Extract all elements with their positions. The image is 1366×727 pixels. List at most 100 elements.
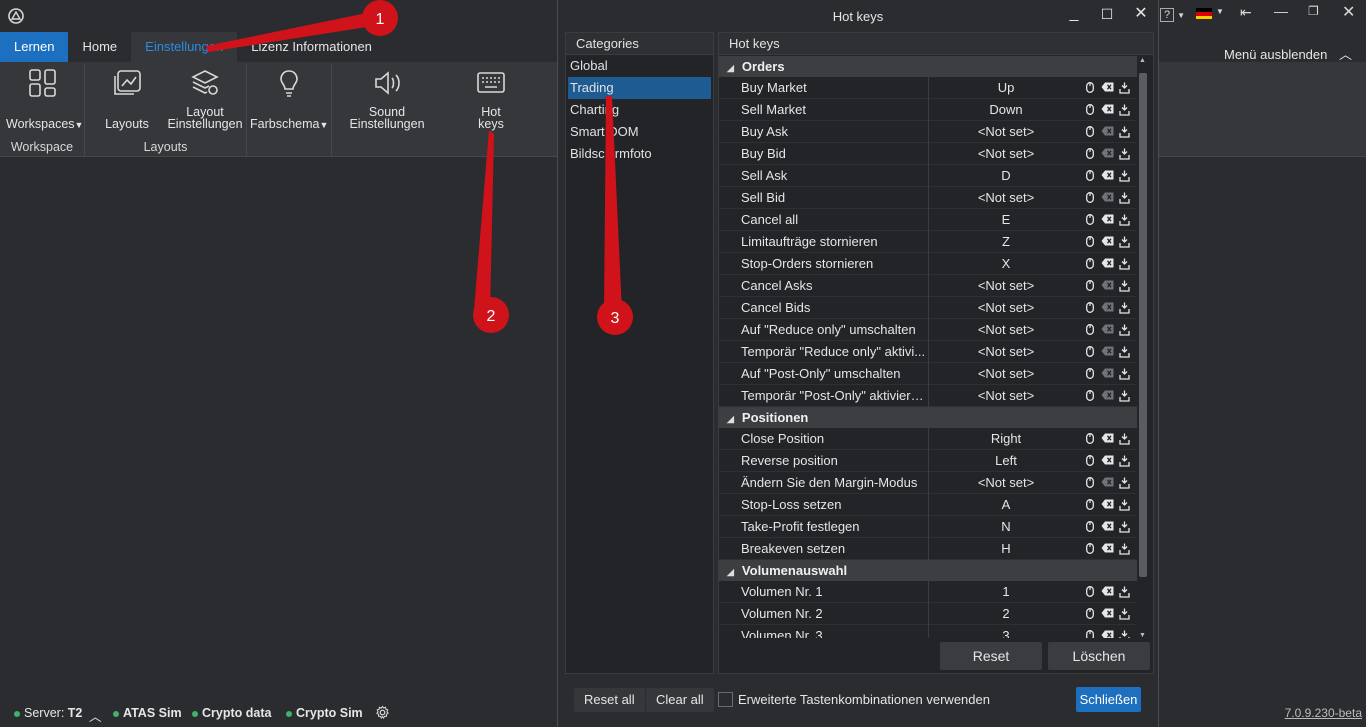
category-item[interactable]: Smart DOM: [566, 121, 713, 143]
clear-key-icon[interactable]: [1101, 368, 1114, 378]
status-crypto-data[interactable]: Crypto data: [192, 706, 271, 720]
mouse-icon[interactable]: [1086, 236, 1094, 247]
hotkey-value[interactable]: H: [928, 538, 1083, 560]
reset-key-icon[interactable]: [1119, 390, 1130, 402]
clear-key-icon[interactable]: [1101, 82, 1114, 92]
clear-key-icon[interactable]: [1101, 104, 1114, 114]
hotkey-row[interactable]: Ändern Sie den Margin-Modus <Not set>: [719, 472, 1137, 494]
tab-einstellungen[interactable]: Einstellungen: [131, 32, 238, 62]
category-item[interactable]: Charting: [566, 99, 713, 121]
hotkey-row[interactable]: Close Position Right: [719, 428, 1137, 450]
hotkey-row[interactable]: Auf "Reduce only" umschalten <Not set>: [719, 319, 1137, 341]
clear-key-icon[interactable]: [1101, 170, 1114, 180]
help-icon[interactable]: ? ▼: [1160, 6, 1185, 22]
hotkey-row[interactable]: Auf "Post-Only" umschalten <Not set>: [719, 363, 1137, 385]
clear-key-icon[interactable]: [1101, 236, 1114, 246]
reset-key-icon[interactable]: [1119, 258, 1130, 270]
group-header[interactable]: ◢ Volumenauswahl: [719, 560, 1137, 581]
clear-key-icon[interactable]: [1101, 477, 1114, 487]
hotkey-value[interactable]: X: [928, 253, 1083, 275]
clear-key-icon[interactable]: [1101, 390, 1114, 400]
minimize-icon[interactable]: _: [1064, 4, 1084, 24]
hotkey-row[interactable]: Limitaufträge stornieren Z: [719, 231, 1137, 253]
mouse-icon[interactable]: [1086, 104, 1094, 115]
close-icon[interactable]: ✕: [1131, 4, 1151, 24]
version-link[interactable]: 7.0.9.230-beta: [1285, 706, 1362, 720]
reset-key-icon[interactable]: [1119, 368, 1130, 380]
reset-key-icon[interactable]: [1119, 148, 1130, 160]
reset-key-icon[interactable]: [1119, 346, 1130, 358]
mouse-icon[interactable]: [1086, 390, 1094, 401]
hotkey-value[interactable]: 2: [928, 603, 1083, 625]
clear-key-icon[interactable]: [1101, 126, 1114, 136]
hotkey-value[interactable]: E: [928, 209, 1083, 231]
reset-button[interactable]: Reset: [940, 642, 1042, 670]
hotkey-row[interactable]: Cancel Bids <Not set>: [719, 297, 1137, 319]
hotkey-row[interactable]: Stop-Orders stornieren X: [719, 253, 1137, 275]
reset-key-icon[interactable]: [1119, 302, 1130, 314]
hotkey-value[interactable]: <Not set>: [928, 275, 1083, 297]
hotkey-row[interactable]: Volumen Nr. 2 2: [719, 603, 1137, 625]
reset-key-icon[interactable]: [1119, 214, 1130, 226]
hotkey-value[interactable]: 1: [928, 581, 1083, 603]
reset-key-icon[interactable]: [1119, 499, 1130, 511]
clear-key-icon[interactable]: [1101, 302, 1114, 312]
reset-key-icon[interactable]: [1119, 630, 1130, 638]
mouse-icon[interactable]: [1086, 499, 1094, 510]
hotkey-row[interactable]: Volumen Nr. 3 3: [719, 625, 1137, 638]
mouse-icon[interactable]: [1086, 543, 1094, 554]
mouse-icon[interactable]: [1086, 302, 1094, 313]
reset-all-button[interactable]: Reset all: [574, 688, 645, 712]
hotkey-row[interactable]: Buy Bid <Not set>: [719, 143, 1137, 165]
hotkey-value[interactable]: Left: [928, 450, 1083, 472]
chevron-up-icon[interactable]: ︿: [89, 706, 102, 725]
category-item[interactable]: Bildschirmfoto: [566, 143, 713, 165]
hotkey-value[interactable]: <Not set>: [928, 341, 1083, 363]
dropdown-arrow-icon[interactable]: ▼: [1216, 7, 1224, 16]
scrollbar-thumb[interactable]: [1139, 73, 1147, 577]
tab-home[interactable]: Home: [68, 32, 131, 62]
hotkey-row[interactable]: Volumen Nr. 1 1: [719, 581, 1137, 603]
reset-key-icon[interactable]: [1119, 82, 1130, 94]
restore-icon[interactable]: ❐: [1308, 4, 1319, 18]
hotkey-value[interactable]: A: [928, 494, 1083, 516]
reset-key-icon[interactable]: [1119, 608, 1130, 620]
hotkey-row[interactable]: Cancel Asks <Not set>: [719, 275, 1137, 297]
reset-key-icon[interactable]: [1119, 126, 1130, 138]
mouse-icon[interactable]: [1086, 455, 1094, 466]
hotkey-value[interactable]: <Not set>: [928, 297, 1083, 319]
mouse-icon[interactable]: [1086, 258, 1094, 269]
hotkey-value[interactable]: <Not set>: [928, 363, 1083, 385]
clear-key-icon[interactable]: [1101, 455, 1114, 465]
scroll-down-icon[interactable]: ▼: [1139, 632, 1146, 639]
category-item[interactable]: Global: [566, 55, 713, 77]
delete-button[interactable]: Löschen: [1048, 642, 1150, 670]
mouse-icon[interactable]: [1086, 521, 1094, 532]
mouse-icon[interactable]: [1086, 477, 1094, 488]
status-atas-sim[interactable]: ATAS Sim: [113, 706, 182, 720]
clear-key-icon[interactable]: [1101, 192, 1114, 202]
hotkey-row[interactable]: Take-Profit festlegen N: [719, 516, 1137, 538]
flag-de-icon[interactable]: [1196, 8, 1212, 19]
layouts-button[interactable]: Layouts: [100, 68, 154, 130]
maximize-icon[interactable]: ☐: [1097, 4, 1117, 24]
minimize-icon[interactable]: —: [1274, 3, 1288, 19]
hotkey-row[interactable]: Buy Ask <Not set>: [719, 121, 1137, 143]
mouse-icon[interactable]: [1086, 214, 1094, 225]
mouse-icon[interactable]: [1086, 630, 1094, 638]
clear-key-icon[interactable]: [1101, 346, 1114, 356]
hotkey-value[interactable]: <Not set>: [928, 472, 1083, 494]
hotkey-value[interactable]: D: [928, 165, 1083, 187]
hotkey-row[interactable]: Sell Ask D: [719, 165, 1137, 187]
vertical-scrollbar[interactable]: ▲ ▼: [1138, 57, 1148, 639]
hotkey-value[interactable]: <Not set>: [928, 187, 1083, 209]
hotkey-row[interactable]: Sell Market Down: [719, 99, 1137, 121]
mouse-icon[interactable]: [1086, 368, 1094, 379]
reset-key-icon[interactable]: [1119, 170, 1130, 182]
mouse-icon[interactable]: [1086, 346, 1094, 357]
clear-key-icon[interactable]: [1101, 543, 1114, 553]
close-dialog-button[interactable]: Schließen: [1076, 687, 1141, 712]
hotkey-value[interactable]: 3: [928, 625, 1083, 638]
clear-key-icon[interactable]: [1101, 324, 1114, 334]
clear-key-icon[interactable]: [1101, 521, 1114, 531]
